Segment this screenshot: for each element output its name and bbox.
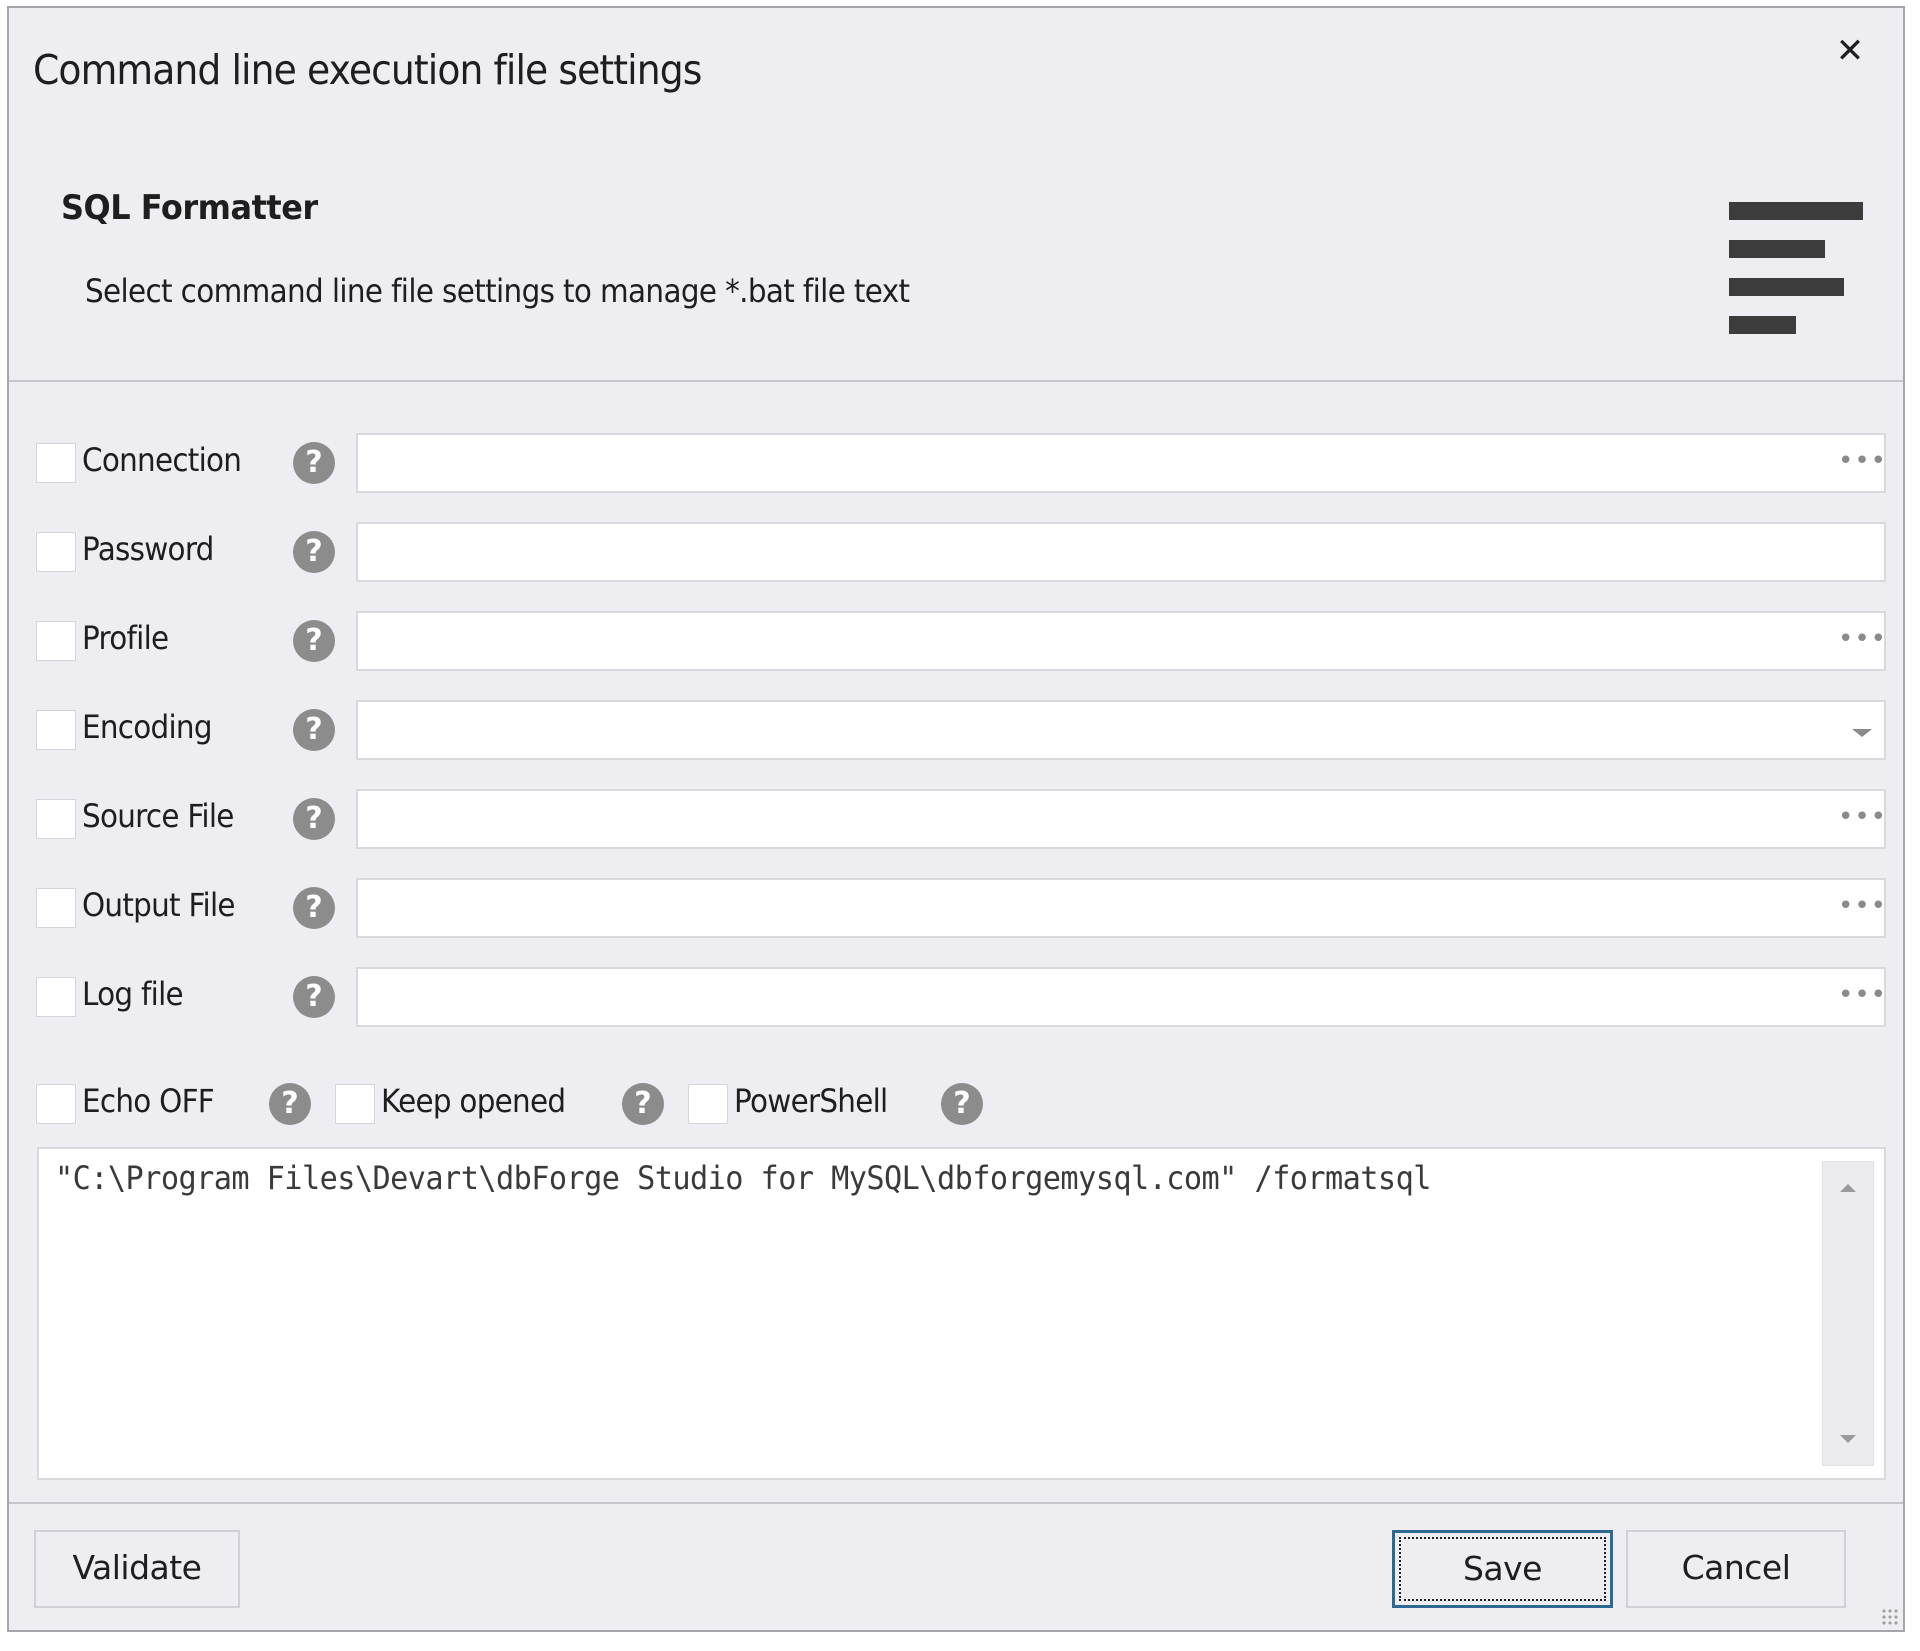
help-icon[interactable]: ? <box>293 442 335 484</box>
powershell-checkbox[interactable] <box>688 1084 728 1124</box>
output-file-input[interactable]: ••• <box>356 878 1886 938</box>
field-row-source-file: Source File ? ••• <box>9 789 1903 849</box>
log-file-input[interactable]: ••• <box>356 967 1886 1027</box>
field-row-encoding: Encoding ? <box>9 700 1903 760</box>
ellipsis-button[interactable]: ••• <box>1838 888 1886 928</box>
help-icon[interactable]: ? <box>293 531 335 573</box>
footer-separator <box>9 1502 1903 1504</box>
align-left-icon <box>1729 202 1869 342</box>
echo-off-checkbox[interactable] <box>36 1084 76 1124</box>
password-input[interactable] <box>356 522 1886 582</box>
field-row-password: Password ? <box>9 522 1903 582</box>
log-file-checkbox[interactable] <box>36 977 76 1017</box>
source-file-input[interactable]: ••• <box>356 789 1886 849</box>
ellipsis-button[interactable]: ••• <box>1838 977 1886 1017</box>
chevron-down-icon[interactable] <box>1852 729 1872 737</box>
save-button[interactable]: Save <box>1392 1530 1613 1608</box>
source-file-label: Source File <box>82 797 234 835</box>
ellipsis-button[interactable]: ••• <box>1838 621 1886 661</box>
connection-label: Connection <box>82 441 242 479</box>
vertical-scrollbar[interactable] <box>1822 1161 1874 1466</box>
output-file-checkbox[interactable] <box>36 888 76 928</box>
help-icon[interactable]: ? <box>293 976 335 1018</box>
header-description: Select command line file settings to man… <box>85 272 910 310</box>
help-icon[interactable]: ? <box>269 1083 311 1125</box>
help-icon[interactable]: ? <box>293 709 335 751</box>
cancel-button[interactable]: Cancel <box>1626 1530 1846 1608</box>
keep-opened-label: Keep opened <box>381 1082 566 1120</box>
header-title: SQL Formatter <box>61 188 318 228</box>
help-icon[interactable]: ? <box>622 1083 664 1125</box>
password-checkbox[interactable] <box>36 532 76 572</box>
field-row-profile: Profile ? ••• <box>9 611 1903 671</box>
help-icon[interactable]: ? <box>293 620 335 662</box>
source-file-checkbox[interactable] <box>36 799 76 839</box>
options-row: Echo OFF ? Keep opened ? PowerShell ? <box>9 1074 1903 1134</box>
output-file-label: Output File <box>82 886 236 924</box>
keep-opened-checkbox[interactable] <box>335 1084 375 1124</box>
encoding-checkbox[interactable] <box>36 710 76 750</box>
profile-label: Profile <box>82 619 169 657</box>
help-icon[interactable]: ? <box>293 887 335 929</box>
command-text: "C:\Program Files\Devart\dbForge Studio … <box>55 1159 1431 1197</box>
help-icon[interactable]: ? <box>941 1083 983 1125</box>
validate-button[interactable]: Validate <box>34 1530 240 1608</box>
command-line-settings-dialog: Command line execution file settings ✕ S… <box>7 6 1905 1632</box>
encoding-select[interactable] <box>356 700 1886 760</box>
command-text-area[interactable]: "C:\Program Files\Devart\dbForge Studio … <box>37 1147 1886 1480</box>
connection-input[interactable]: ••• <box>356 433 1886 493</box>
password-label: Password <box>82 530 214 568</box>
field-row-log-file: Log file ? ••• <box>9 967 1903 1027</box>
close-icon[interactable]: ✕ <box>1831 32 1869 70</box>
encoding-label: Encoding <box>82 708 213 746</box>
log-file-label: Log file <box>82 975 184 1013</box>
dialog-title: Command line execution file settings <box>33 46 702 94</box>
echo-off-label: Echo OFF <box>82 1082 215 1120</box>
connection-checkbox[interactable] <box>36 443 76 483</box>
scroll-down-icon[interactable] <box>1840 1435 1856 1443</box>
scroll-up-icon[interactable] <box>1840 1184 1856 1192</box>
field-row-connection: Connection ? ••• <box>9 433 1903 493</box>
powershell-label: PowerShell <box>734 1082 888 1120</box>
ellipsis-button[interactable]: ••• <box>1838 443 1886 483</box>
field-row-output-file: Output File ? ••• <box>9 878 1903 938</box>
focus-rectangle <box>1399 1537 1606 1601</box>
header-separator <box>9 380 1903 382</box>
help-icon[interactable]: ? <box>293 798 335 840</box>
profile-checkbox[interactable] <box>36 621 76 661</box>
resize-grip-icon[interactable] <box>1881 1608 1899 1626</box>
profile-input[interactable]: ••• <box>356 611 1886 671</box>
ellipsis-button[interactable]: ••• <box>1838 799 1886 839</box>
